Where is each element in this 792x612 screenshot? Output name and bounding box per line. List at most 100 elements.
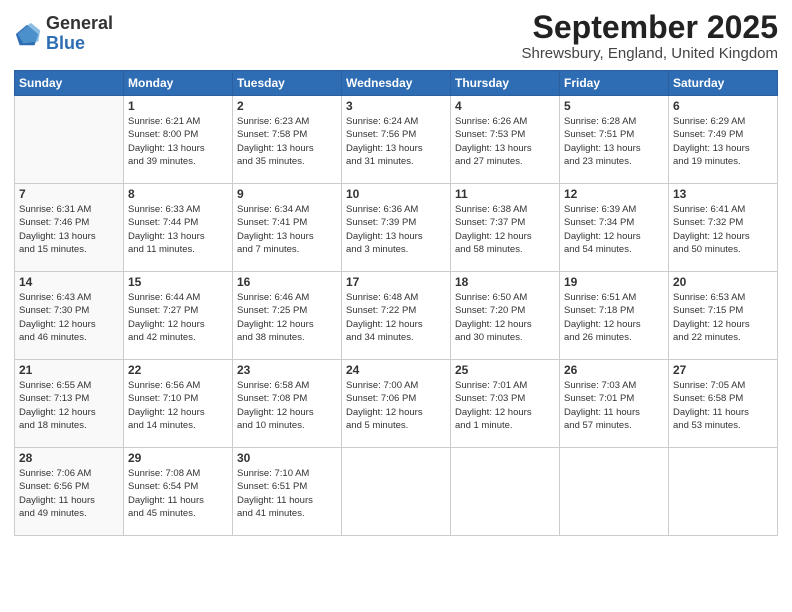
month-title: September 2025 xyxy=(521,10,778,45)
day-info: Sunrise: 7:08 AM Sunset: 6:54 PM Dayligh… xyxy=(128,467,228,520)
header: General Blue September 2025 Shrewsbury, … xyxy=(14,10,778,62)
day-number: 1 xyxy=(128,99,228,113)
calendar-cell: 4 Sunrise: 6:26 AM Sunset: 7:53 PM Daylig… xyxy=(451,96,560,184)
page-container: General Blue September 2025 Shrewsbury, … xyxy=(0,0,792,612)
day-number: 29 xyxy=(128,451,228,465)
day-info: Sunrise: 6:55 AM Sunset: 7:13 PM Dayligh… xyxy=(19,379,119,432)
day-info: Sunrise: 6:21 AM Sunset: 8:00 PM Dayligh… xyxy=(128,115,228,168)
day-info: Sunrise: 7:01 AM Sunset: 7:03 PM Dayligh… xyxy=(455,379,555,432)
day-info: Sunrise: 6:48 AM Sunset: 7:22 PM Dayligh… xyxy=(346,291,446,344)
logo-general: General xyxy=(46,14,113,34)
calendar-cell: 6Sunrise: 6:29 AM Sunset: 7:49 PM Daylig… xyxy=(669,96,778,184)
day-info: Sunrise: 7:10 AM Sunset: 6:51 PM Dayligh… xyxy=(237,467,337,520)
day-info: Sunrise: 6:24 AM Sunset: 7:56 PM Dayligh… xyxy=(346,115,446,168)
calendar-cell: 26 Sunrise: 7:03 AM Sunset: 7:01 PM Dayli… xyxy=(560,360,669,448)
day-number: 12 xyxy=(564,187,664,201)
day-number: 24 xyxy=(346,363,446,377)
calendar-cell: 2Sunrise: 6:23 AM Sunset: 7:58 PM Daylig… xyxy=(233,96,342,184)
header-wednesday: Wednesday xyxy=(342,71,451,96)
day-info: Sunrise: 6:41 AM Sunset: 7:32 PM Dayligh… xyxy=(673,203,773,256)
calendar-cell xyxy=(451,448,560,536)
header-monday: Monday xyxy=(124,71,233,96)
calendar-cell: 23 Sunrise: 6:58 AM Sunset: 7:08 PM Dayli… xyxy=(233,360,342,448)
calendar-cell: 9 Sunrise: 6:34 AM Sunset: 7:41 PM Daylig… xyxy=(233,184,342,272)
day-number: 5 xyxy=(564,99,664,113)
calendar-week-4: 21 Sunrise: 6:55 AM Sunset: 7:13 PM Dayli… xyxy=(15,360,778,448)
calendar-table: Sunday Monday Tuesday Wednesday Thursday… xyxy=(14,70,778,536)
title-block: September 2025 Shrewsbury, England, Unit… xyxy=(521,10,778,62)
day-number: 17 xyxy=(346,275,446,289)
calendar-cell: 20 Sunrise: 6:53 AM Sunset: 7:15 PM Dayli… xyxy=(669,272,778,360)
day-number: 9 xyxy=(237,187,337,201)
day-info: Sunrise: 6:39 AM Sunset: 7:34 PM Dayligh… xyxy=(564,203,664,256)
day-info: Sunrise: 7:03 AM Sunset: 7:01 PM Dayligh… xyxy=(564,379,664,432)
calendar-cell: 30 Sunrise: 7:10 AM Sunset: 6:51 PM Dayli… xyxy=(233,448,342,536)
header-tuesday: Tuesday xyxy=(233,71,342,96)
calendar-cell xyxy=(15,96,124,184)
header-thursday: Thursday xyxy=(451,71,560,96)
calendar-cell: 3 Sunrise: 6:24 AM Sunset: 7:56 PM Daylig… xyxy=(342,96,451,184)
calendar-cell: 11Sunrise: 6:38 AM Sunset: 7:37 PM Dayli… xyxy=(451,184,560,272)
day-number: 18 xyxy=(455,275,555,289)
calendar-cell: 21 Sunrise: 6:55 AM Sunset: 7:13 PM Dayli… xyxy=(15,360,124,448)
calendar-cell: 19Sunrise: 6:51 AM Sunset: 7:18 PM Dayli… xyxy=(560,272,669,360)
day-number: 22 xyxy=(128,363,228,377)
day-info: Sunrise: 6:31 AM Sunset: 7:46 PM Dayligh… xyxy=(19,203,119,256)
day-info: Sunrise: 6:53 AM Sunset: 7:15 PM Dayligh… xyxy=(673,291,773,344)
day-number: 16 xyxy=(237,275,337,289)
day-info: Sunrise: 6:43 AM Sunset: 7:30 PM Dayligh… xyxy=(19,291,119,344)
day-number: 20 xyxy=(673,275,773,289)
header-sunday: Sunday xyxy=(15,71,124,96)
header-saturday: Saturday xyxy=(669,71,778,96)
day-info: Sunrise: 6:26 AM Sunset: 7:53 PM Dayligh… xyxy=(455,115,555,168)
calendar-cell: 24Sunrise: 7:00 AM Sunset: 7:06 PM Dayli… xyxy=(342,360,451,448)
day-number: 21 xyxy=(19,363,119,377)
calendar-cell: 22 Sunrise: 6:56 AM Sunset: 7:10 PM Dayli… xyxy=(124,360,233,448)
calendar-cell: 14 Sunrise: 6:43 AM Sunset: 7:30 PM Dayli… xyxy=(15,272,124,360)
day-number: 7 xyxy=(19,187,119,201)
calendar-cell: 28Sunrise: 7:06 AM Sunset: 6:56 PM Dayli… xyxy=(15,448,124,536)
day-number: 28 xyxy=(19,451,119,465)
calendar-cell: 17 Sunrise: 6:48 AM Sunset: 7:22 PM Dayli… xyxy=(342,272,451,360)
calendar-cell: 25Sunrise: 7:01 AM Sunset: 7:03 PM Dayli… xyxy=(451,360,560,448)
subtitle: Shrewsbury, England, United Kingdom xyxy=(521,45,778,62)
calendar-cell: 16 Sunrise: 6:46 AM Sunset: 7:25 PM Dayli… xyxy=(233,272,342,360)
day-info: Sunrise: 6:33 AM Sunset: 7:44 PM Dayligh… xyxy=(128,203,228,256)
calendar-week-5: 28Sunrise: 7:06 AM Sunset: 6:56 PM Dayli… xyxy=(15,448,778,536)
day-number: 26 xyxy=(564,363,664,377)
day-number: 30 xyxy=(237,451,337,465)
day-info: Sunrise: 6:51 AM Sunset: 7:18 PM Dayligh… xyxy=(564,291,664,344)
calendar-cell: 7 Sunrise: 6:31 AM Sunset: 7:46 PM Daylig… xyxy=(15,184,124,272)
calendar-header: Sunday Monday Tuesday Wednesday Thursday… xyxy=(15,71,778,96)
calendar-cell: 10Sunrise: 6:36 AM Sunset: 7:39 PM Dayli… xyxy=(342,184,451,272)
day-number: 13 xyxy=(673,187,773,201)
day-number: 4 xyxy=(455,99,555,113)
calendar-week-1: 1 Sunrise: 6:21 AM Sunset: 8:00 PM Daylig… xyxy=(15,96,778,184)
calendar-cell: 15Sunrise: 6:44 AM Sunset: 7:27 PM Dayli… xyxy=(124,272,233,360)
calendar-cell: 12 Sunrise: 6:39 AM Sunset: 7:34 PM Dayli… xyxy=(560,184,669,272)
header-friday: Friday xyxy=(560,71,669,96)
calendar-week-3: 14 Sunrise: 6:43 AM Sunset: 7:30 PM Dayli… xyxy=(15,272,778,360)
day-number: 14 xyxy=(19,275,119,289)
day-info: Sunrise: 6:34 AM Sunset: 7:41 PM Dayligh… xyxy=(237,203,337,256)
day-number: 3 xyxy=(346,99,446,113)
calendar-cell: 29 Sunrise: 7:08 AM Sunset: 6:54 PM Dayli… xyxy=(124,448,233,536)
header-row: Sunday Monday Tuesday Wednesday Thursday… xyxy=(15,71,778,96)
calendar-cell xyxy=(342,448,451,536)
calendar-cell: 8Sunrise: 6:33 AM Sunset: 7:44 PM Daylig… xyxy=(124,184,233,272)
logo-blue: Blue xyxy=(46,34,113,54)
day-number: 10 xyxy=(346,187,446,201)
day-number: 6 xyxy=(673,99,773,113)
day-number: 23 xyxy=(237,363,337,377)
day-info: Sunrise: 6:58 AM Sunset: 7:08 PM Dayligh… xyxy=(237,379,337,432)
calendar-cell: 13 Sunrise: 6:41 AM Sunset: 7:32 PM Dayli… xyxy=(669,184,778,272)
day-number: 27 xyxy=(673,363,773,377)
calendar-cell xyxy=(669,448,778,536)
day-info: Sunrise: 6:50 AM Sunset: 7:20 PM Dayligh… xyxy=(455,291,555,344)
logo: General Blue xyxy=(14,14,113,54)
day-number: 15 xyxy=(128,275,228,289)
day-info: Sunrise: 6:46 AM Sunset: 7:25 PM Dayligh… xyxy=(237,291,337,344)
calendar-body: 1 Sunrise: 6:21 AM Sunset: 8:00 PM Daylig… xyxy=(15,96,778,536)
day-info: Sunrise: 6:28 AM Sunset: 7:51 PM Dayligh… xyxy=(564,115,664,168)
day-info: Sunrise: 6:56 AM Sunset: 7:10 PM Dayligh… xyxy=(128,379,228,432)
